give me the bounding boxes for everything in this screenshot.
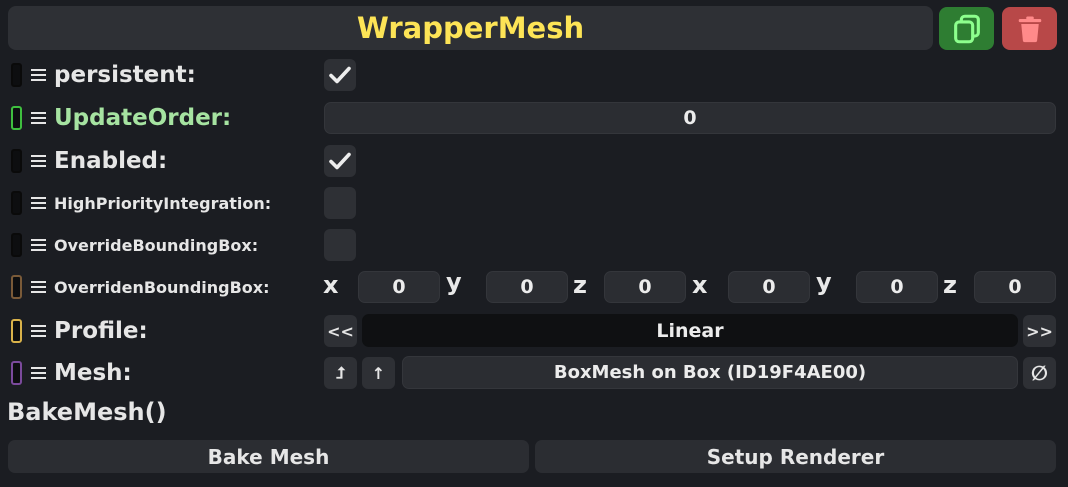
hamburger-icon	[31, 112, 46, 124]
axis-label-min-x: x	[323, 271, 339, 299]
profile-next-button[interactable]: >>	[1023, 315, 1056, 347]
axis-label-max-y: y	[816, 268, 832, 296]
axis-label-max-z: z	[943, 271, 957, 299]
axis-label-max-x: x	[692, 271, 708, 299]
label-profile: Profile:	[54, 318, 148, 344]
hamburger-icon	[31, 239, 46, 251]
field-handle-profile[interactable]	[8, 315, 50, 347]
checkmark-icon	[329, 152, 351, 170]
checkbox-override-bounding-box[interactable]	[324, 229, 356, 261]
checkbox-persistent[interactable]	[324, 59, 356, 91]
copy-icon	[953, 14, 980, 43]
field-handle-enabled[interactable]	[8, 145, 50, 177]
duplicate-button[interactable]	[939, 7, 994, 50]
field-indicator	[11, 275, 22, 299]
field-handle-mesh[interactable]	[8, 357, 50, 389]
mesh-clear-button[interactable]: ∅	[1023, 357, 1056, 389]
field-handle-override-bbox[interactable]	[8, 229, 50, 261]
jump-to-icon: ⮥	[335, 363, 346, 382]
field-indicator	[11, 191, 22, 215]
field-indicator	[11, 233, 22, 257]
label-update-order: UpdateOrder:	[54, 105, 232, 131]
update-order-input[interactable]: 0	[324, 102, 1056, 134]
method-label: BakeMesh()	[7, 398, 167, 426]
setup-renderer-button[interactable]: Setup Renderer	[535, 440, 1056, 473]
hamburger-icon	[31, 325, 46, 337]
hamburger-icon	[31, 155, 46, 167]
field-indicator	[11, 106, 22, 130]
field-indicator	[11, 149, 22, 173]
checkbox-enabled[interactable]	[324, 145, 356, 177]
field-handle-update-order[interactable]	[8, 102, 50, 134]
bbox-min-x-input[interactable]: 0	[358, 271, 440, 303]
label-mesh: Mesh:	[54, 360, 132, 386]
label-override-bounding-box: OverrideBoundingBox:	[54, 235, 259, 255]
double-chevron-right-icon: >>	[1026, 321, 1053, 341]
delete-button[interactable]	[1002, 7, 1057, 50]
axis-label-min-y: y	[446, 268, 462, 296]
axis-label-min-z: z	[573, 271, 587, 299]
mesh-reference-field[interactable]: BoxMesh on Box (ID19F4AE00)	[402, 356, 1018, 389]
profile-prev-button[interactable]: <<	[324, 315, 357, 347]
bbox-min-y-input[interactable]: 0	[486, 271, 568, 303]
label-high-priority-integration: HighPriorityIntegration:	[54, 193, 272, 213]
field-handle-overriden-bbox[interactable]	[8, 271, 50, 303]
checkmark-icon	[329, 66, 351, 84]
trash-icon	[1018, 16, 1041, 42]
hamburger-icon	[31, 69, 46, 81]
field-indicator	[11, 319, 22, 343]
arrow-up-icon: ↑	[371, 363, 386, 383]
double-chevron-left-icon: <<	[327, 321, 354, 341]
field-indicator	[11, 361, 22, 385]
bbox-max-y-input[interactable]: 0	[856, 271, 938, 303]
component-title: WrapperMesh	[8, 6, 933, 50]
field-handle-persistent[interactable]	[8, 59, 50, 91]
checkbox-high-priority-integration[interactable]	[324, 187, 356, 219]
hamburger-icon	[31, 281, 46, 293]
hamburger-icon	[31, 197, 46, 209]
hamburger-icon	[31, 367, 46, 379]
null-icon: ∅	[1030, 361, 1049, 385]
mesh-jump-button[interactable]: ⮥	[324, 357, 357, 389]
label-enabled: Enabled:	[54, 148, 168, 174]
bake-mesh-button[interactable]: Bake Mesh	[8, 440, 529, 473]
bbox-max-z-input[interactable]: 0	[974, 271, 1056, 303]
bbox-min-z-input[interactable]: 0	[604, 271, 686, 303]
field-indicator	[11, 63, 22, 87]
bbox-max-x-input[interactable]: 0	[728, 271, 810, 303]
field-handle-high-priority[interactable]	[8, 187, 50, 219]
profile-value-field[interactable]: Linear	[362, 314, 1018, 347]
label-persistent: persistent:	[54, 62, 196, 88]
mesh-up-button[interactable]: ↑	[362, 357, 395, 389]
label-overriden-bounding-box: OverridenBoundingBox:	[54, 277, 270, 297]
